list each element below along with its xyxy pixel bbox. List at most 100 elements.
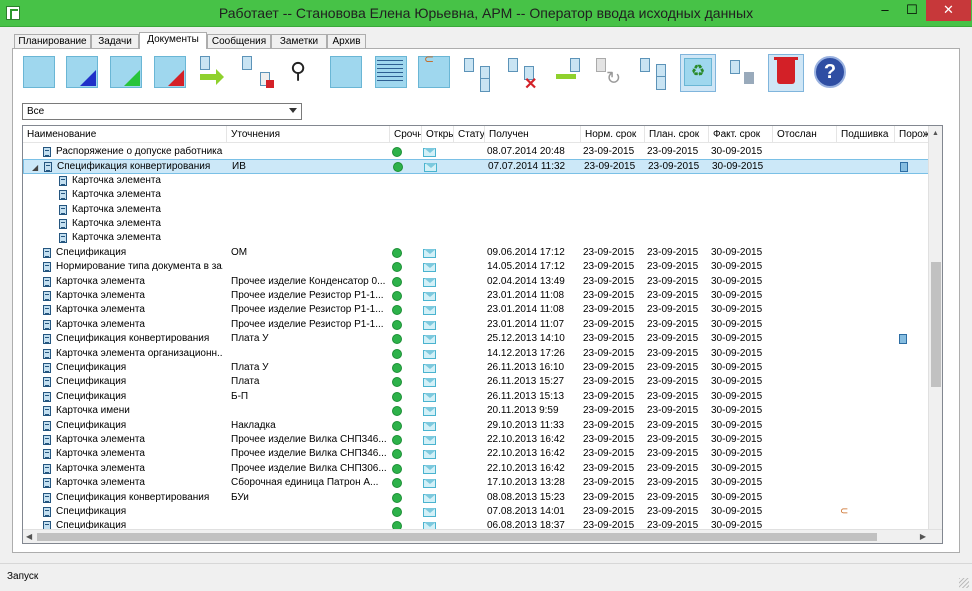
cell-received: 08.08.2013 15:23 xyxy=(487,491,565,503)
document-icon xyxy=(59,204,67,215)
col-name[interactable]: Наименование xyxy=(23,126,227,143)
col-fact-deadline[interactable]: Факт. срок xyxy=(709,126,773,143)
col-urgent[interactable]: Срочн xyxy=(390,126,422,143)
table-row[interactable]: Спецификация Плата У 26.11.2013 16:10 23-09… xyxy=(23,361,929,375)
col-details[interactable]: Уточнения xyxy=(227,126,390,143)
blank-button[interactable] xyxy=(328,54,364,92)
table-row[interactable]: Спецификация 07.08.2013 14:01 23-09-2015 23… xyxy=(23,505,929,519)
maximize-button[interactable]: ☐ xyxy=(899,0,925,21)
table-row[interactable]: Спецификация конвертирования Плата У 25.12… xyxy=(23,332,929,346)
binoculars-icon: ⚲ xyxy=(290,58,307,83)
cell-details: Накладка xyxy=(231,419,276,431)
table-row[interactable]: Спецификация Плата 26.11.2013 15:27 23-09-2… xyxy=(23,375,929,389)
close-button[interactable]: ✕ xyxy=(926,0,971,21)
refresh-button[interactable]: ↻ xyxy=(592,54,628,92)
recycle-button[interactable]: ♻ xyxy=(680,54,716,92)
col-norm-deadline[interactable]: Норм. срок xyxy=(581,126,645,143)
table-row[interactable]: Карточка элемента xyxy=(23,188,929,202)
cell-plan-deadline: 23-09-2015 xyxy=(647,434,699,445)
vertical-scroll-thumb[interactable] xyxy=(931,262,941,387)
tab-planning[interactable]: Планирование xyxy=(14,34,91,49)
expand-toggle-icon[interactable]: ◢ xyxy=(32,163,38,172)
cell-received: 14.12.2013 17:26 xyxy=(487,347,565,359)
envelope-button[interactable] xyxy=(21,54,57,92)
tab-documents[interactable]: Документы xyxy=(139,32,207,49)
scroll-right-icon[interactable]: ▶ xyxy=(920,532,926,541)
documents-grid: Наименование Уточнения Срочн Откры Стату… xyxy=(22,125,943,544)
table-row[interactable]: Карточка элемента xyxy=(23,231,929,245)
minimize-button[interactable]: – xyxy=(872,0,898,21)
table-row[interactable]: Спецификация Б-П 26.11.2013 15:13 23-09-201… xyxy=(23,390,929,404)
tab-tasks[interactable]: Задачи xyxy=(91,34,139,49)
trash-icon xyxy=(774,57,798,84)
cell-fact-deadline xyxy=(711,203,773,217)
cell-name: Спецификация конвертирования xyxy=(56,491,210,503)
col-received[interactable]: Получен xyxy=(485,126,581,143)
receive-button[interactable] xyxy=(548,54,584,92)
col-spawned[interactable]: Порож xyxy=(895,126,929,143)
cell-fact-deadline xyxy=(711,217,773,231)
assign-button[interactable] xyxy=(240,54,276,92)
scroll-up-icon[interactable]: ▲ xyxy=(932,130,939,137)
table-row[interactable]: Карточка элемента Прочее изделие Резистор… xyxy=(23,303,929,317)
table-row[interactable]: Карточка элемента Прочее изделие Резистор… xyxy=(23,289,929,303)
table-row[interactable]: Спецификация конвертирования БУи 08.08.201… xyxy=(23,491,929,505)
tab-archive[interactable]: Архив xyxy=(327,34,366,49)
table-row[interactable]: Карточка имени 20.11.2013 9:59 23-09-2015 2… xyxy=(23,404,929,418)
help-button[interactable]: ? xyxy=(812,54,848,92)
route-delete-button[interactable]: ✕ xyxy=(504,54,540,93)
horizontal-scrollbar[interactable]: ◀ ▶ xyxy=(23,529,942,543)
envelope-icon xyxy=(423,436,436,445)
filter-value: Все xyxy=(27,106,45,117)
new-doc-red-button[interactable] xyxy=(152,54,188,92)
route-button[interactable] xyxy=(460,54,496,92)
table-row[interactable]: Карточка элемента Прочее изделие Конденса… xyxy=(23,275,929,289)
table-row[interactable]: Карточка элемента xyxy=(23,174,929,188)
col-sent[interactable]: Отослан xyxy=(773,126,837,143)
new-doc-green-button[interactable] xyxy=(108,54,144,92)
document-icon xyxy=(43,247,51,258)
search-button[interactable]: ⚲ xyxy=(284,54,320,92)
tree-button[interactable] xyxy=(636,54,672,92)
resize-grip[interactable] xyxy=(959,578,969,588)
attach-button[interactable]: ⊂ xyxy=(416,52,452,92)
col-opened[interactable]: Откры xyxy=(422,126,454,143)
new-doc-blue-button[interactable] xyxy=(64,54,100,92)
filter-select[interactable]: Все xyxy=(22,103,302,120)
table-row[interactable]: Карточка элемента xyxy=(23,203,929,217)
horizontal-scroll-thumb[interactable] xyxy=(37,533,877,541)
document-icon xyxy=(43,507,51,517)
col-binder[interactable]: Подшивка xyxy=(837,126,895,143)
table-row[interactable]: Карточка элемента Прочее изделие Вилка СН… xyxy=(23,447,929,461)
col-status[interactable]: Статус xyxy=(454,126,485,143)
vertical-scrollbar[interactable]: ▲ ▼ xyxy=(928,126,942,543)
cell-received xyxy=(487,203,581,217)
cell-fact-deadline: 30-09-2015 xyxy=(711,419,763,431)
table-row[interactable]: ◢ Спецификация конвертирования ИВ 07.07.201… xyxy=(23,159,929,174)
table-row[interactable]: Карточка элемента Сборочная единица Патро… xyxy=(23,476,929,490)
table-row[interactable]: Карточка элемента Прочее изделие Вилка СН… xyxy=(23,433,929,447)
cell-details xyxy=(231,203,390,217)
new-doc-red-icon xyxy=(154,56,186,88)
cell-details: Прочее изделие Резистор Р1-1... xyxy=(231,304,384,316)
cell-name: Карточка элемента xyxy=(56,448,145,460)
col-plan-deadline[interactable]: План. срок xyxy=(645,126,709,143)
table-row[interactable]: Распоряжение о допуске работника ... 08.0… xyxy=(23,145,929,159)
list-button[interactable] xyxy=(373,54,409,92)
tab-messages[interactable]: Сообщения xyxy=(207,34,271,49)
table-row[interactable]: Карточка элемента Прочее изделие Резистор… xyxy=(23,318,929,332)
cell-norm-deadline xyxy=(583,174,645,188)
send-button[interactable] xyxy=(196,54,232,92)
table-row[interactable]: Нормирование типа документа в за... 14.05… xyxy=(23,260,929,274)
table-row[interactable]: Карточка элемента Прочее изделие Вилка СН… xyxy=(23,462,929,476)
table-row[interactable]: Карточка элемента xyxy=(23,217,929,231)
cell-norm-deadline: 23-09-2015 xyxy=(583,434,635,445)
table-row[interactable]: Спецификация ОМ 09.06.2014 17:12 23-09-2015… xyxy=(23,246,929,260)
delete-button[interactable] xyxy=(768,54,804,92)
trash-small-button[interactable] xyxy=(724,54,760,92)
urgent-status-icon xyxy=(392,262,402,273)
table-row[interactable]: Спецификация Накладка 29.10.2013 11:33 23-0… xyxy=(23,419,929,433)
scroll-left-icon[interactable]: ◀ xyxy=(26,532,32,541)
tab-notes[interactable]: Заметки xyxy=(271,34,327,49)
table-row[interactable]: Карточка элемента организационн... 14.12.… xyxy=(23,347,929,361)
